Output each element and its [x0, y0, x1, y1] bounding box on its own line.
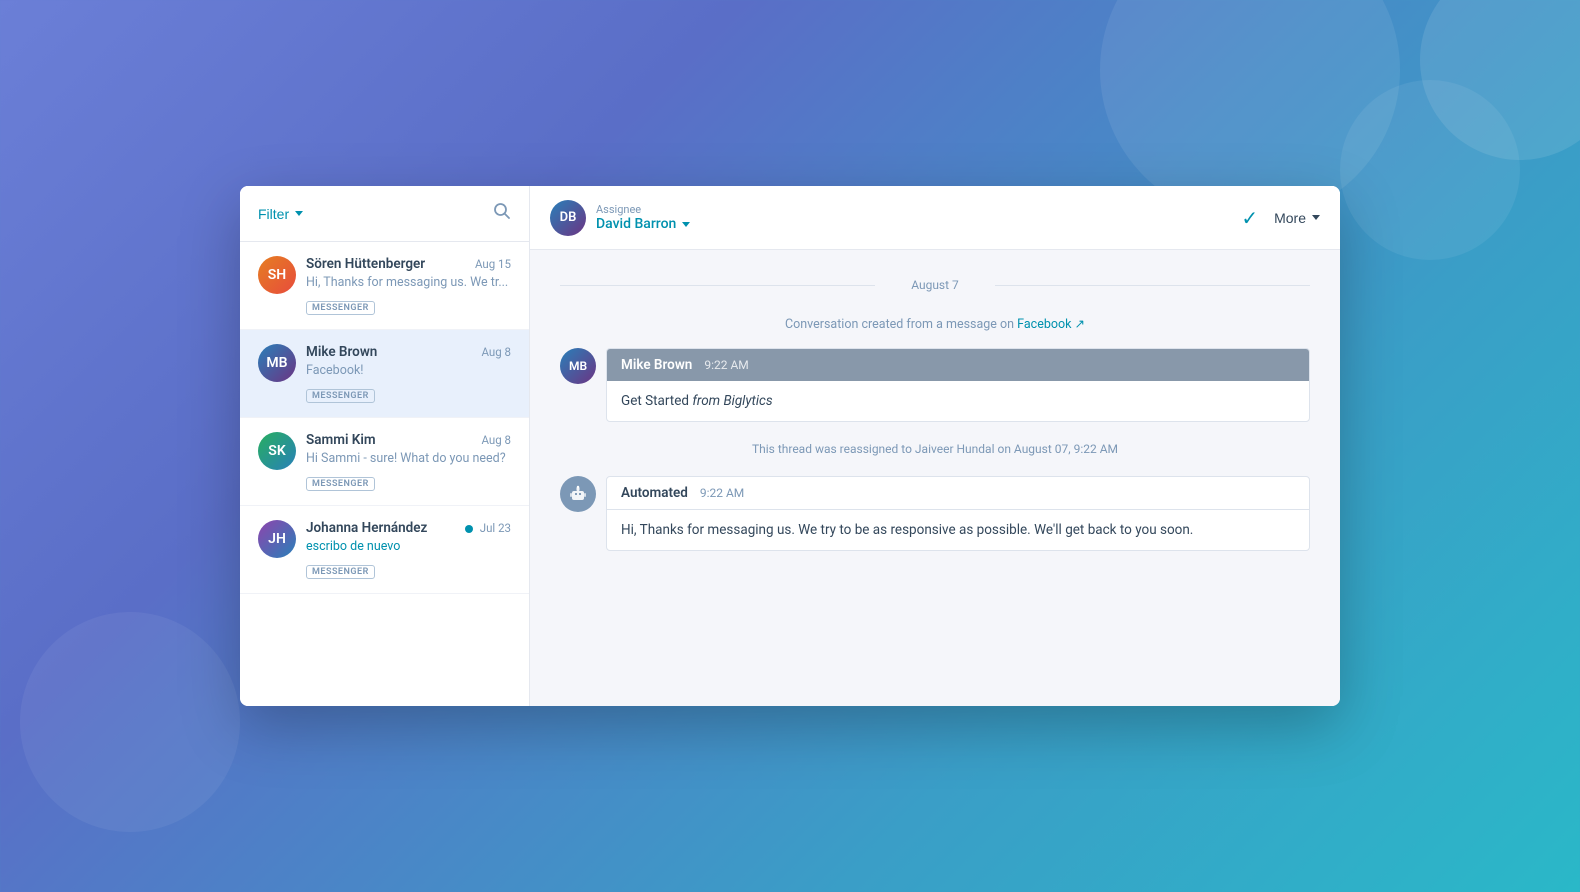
msg-header-automated: Automated 9:22 AM	[607, 477, 1309, 510]
msg-bubble-mike: Mike Brown 9:22 AM Get Started from Bigl…	[606, 348, 1310, 422]
conv-badge-sammi: MESSENGER	[306, 477, 375, 491]
chat-area: August 7 Conversation created from a mes…	[530, 250, 1340, 706]
bot-icon	[568, 484, 588, 504]
msg-avatar-bot	[560, 476, 596, 512]
assignee-section: DB Assignee David Barron	[550, 200, 690, 236]
conv-item-sammi[interactable]: SK Sammi Kim Aug 8 Hi Sammi - sure! What…	[240, 418, 529, 506]
message-row-automated: Automated 9:22 AM Hi, Thanks for messagi…	[560, 476, 1310, 551]
conv-name-mike: Mike Brown	[306, 344, 377, 360]
filter-chevron-icon	[295, 211, 303, 216]
assignee-name[interactable]: David Barron	[596, 216, 690, 232]
conversation-list: SH Sören Hüttenberger Aug 15 Hi, Thanks …	[240, 242, 529, 706]
conv-date-johanna: Jul 23	[465, 521, 511, 535]
assignee-chevron-icon	[682, 222, 690, 227]
message-row-mike: MB Mike Brown 9:22 AM Get Started from B…	[560, 348, 1310, 422]
msg-body-mike: Get Started from Biglytics	[607, 381, 1309, 421]
conv-info-mike: Mike Brown Aug 8 Facebook! MESSENGER	[306, 344, 511, 403]
conv-info-johanna: Johanna Hernández Jul 23 escribo de nuev…	[306, 520, 511, 579]
more-button[interactable]: More	[1274, 210, 1320, 226]
avatar-mike: MB	[258, 344, 296, 382]
conv-info-soren: Sören Hüttenberger Aug 15 Hi, Thanks for…	[306, 256, 511, 315]
avatar-soren: SH	[258, 256, 296, 294]
avatar-johanna: JH	[258, 520, 296, 558]
msg-time-mike: 9:22 AM	[704, 358, 748, 372]
msg-bubble-automated: Automated 9:22 AM Hi, Thanks for messagi…	[606, 476, 1310, 551]
filter-button[interactable]: Filter	[258, 206, 303, 222]
msg-time-automated: 9:22 AM	[700, 486, 744, 500]
conv-badge-mike: MESSENGER	[306, 389, 375, 403]
conv-name-sammi: Sammi Kim	[306, 432, 376, 448]
system-message-facebook: Conversation created from a message on F…	[560, 316, 1310, 332]
conv-item-mike[interactable]: MB Mike Brown Aug 8 Facebook! MESSENGER	[240, 330, 529, 418]
conv-info-sammi: Sammi Kim Aug 8 Hi Sammi - sure! What do…	[306, 432, 511, 491]
conv-name-johanna: Johanna Hernández	[306, 520, 427, 536]
msg-sender-mike: Mike Brown	[621, 357, 692, 373]
conv-preview-mike: Facebook!	[306, 363, 511, 378]
assignee-info: Assignee David Barron	[596, 203, 690, 232]
filter-label: Filter	[258, 206, 289, 222]
sidebar-header: Filter	[240, 186, 529, 242]
main-panel: DB Assignee David Barron ✓ More Au	[530, 186, 1340, 706]
conv-preview-soren: Hi, Thanks for messaging us. We tr...	[306, 275, 511, 290]
more-chevron-icon	[1312, 215, 1320, 220]
conv-item-soren[interactable]: SH Sören Hüttenberger Aug 15 Hi, Thanks …	[240, 242, 529, 330]
app-window: Filter SH Sören Hüttenberger Aug 15	[240, 186, 1340, 706]
search-button[interactable]	[493, 202, 511, 225]
avatar-sammi: SK	[258, 432, 296, 470]
search-icon	[493, 202, 511, 220]
conv-date-sammi: Aug 8	[481, 433, 511, 447]
msg-body-automated: Hi, Thanks for messaging us. We try to b…	[607, 510, 1309, 550]
date-divider: August 7	[560, 278, 1310, 292]
msg-sender-automated: Automated	[621, 485, 688, 501]
conv-preview-sammi: Hi Sammi - sure! What do you need?	[306, 451, 511, 466]
facebook-link[interactable]: Facebook ↗	[1017, 317, 1085, 332]
msg-avatar-mike: MB	[560, 348, 596, 384]
conv-preview-johanna: escribo de nuevo	[306, 539, 511, 554]
assignee-avatar: DB	[550, 200, 586, 236]
header-actions: ✓ More	[1241, 206, 1320, 230]
conv-date-mike: Aug 8	[481, 345, 511, 359]
conv-badge-soren: MESSENGER	[306, 301, 375, 315]
deco-circle-bottom-right	[1340, 80, 1520, 260]
reassign-notice: This thread was reassigned to Jaiveer Hu…	[560, 442, 1310, 456]
conv-date-soren: Aug 15	[475, 257, 511, 271]
resolve-check-icon[interactable]: ✓	[1241, 206, 1258, 230]
unread-dot-johanna	[465, 525, 473, 533]
conv-item-johanna[interactable]: JH Johanna Hernández Jul 23 escribo de n…	[240, 506, 529, 594]
assignee-label: Assignee	[596, 203, 690, 216]
conv-name-soren: Sören Hüttenberger	[306, 256, 425, 272]
msg-header-mike: Mike Brown 9:22 AM	[607, 349, 1309, 381]
conv-badge-johanna: MESSENGER	[306, 565, 375, 579]
sidebar: Filter SH Sören Hüttenberger Aug 15	[240, 186, 530, 706]
panel-header: DB Assignee David Barron ✓ More	[530, 186, 1340, 250]
